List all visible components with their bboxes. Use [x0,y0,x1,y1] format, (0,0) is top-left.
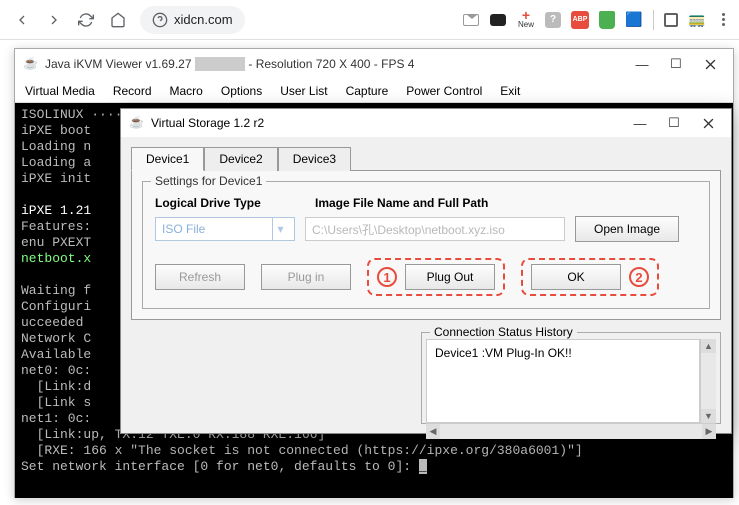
ok-button[interactable]: OK [531,264,621,290]
java-icon: ☕ [129,115,145,131]
image-path-input[interactable]: C:\Users\孔\Desktop\netboot.xyz.iso [305,217,565,241]
new-icon[interactable]: +New [517,11,535,29]
address-bar[interactable]: xidcn.com [140,6,245,34]
annotation-marker-1: 1 [377,267,397,287]
menu-exit[interactable]: Exit [500,84,520,98]
terminal-cursor: _ [419,459,427,474]
reload-button[interactable] [72,6,100,34]
vs-close-button[interactable] [693,111,723,135]
forward-button[interactable] [40,6,68,34]
horizontal-scrollbar[interactable]: ◀ ▶ [426,423,716,439]
home-button[interactable] [104,6,132,34]
scroll-up-icon[interactable]: ▲ [701,339,716,353]
open-image-button[interactable]: Open Image [575,216,679,242]
menu-user-list[interactable]: User List [280,84,327,98]
vs-maximize-button[interactable]: ☐ [659,111,689,135]
vs-titlebar[interactable]: ☕ Virtual Storage 1.2 r2 — ☐ [121,109,731,137]
java-icon: ☕ [23,56,39,72]
scroll-left-icon[interactable]: ◀ [426,424,440,439]
image-path-label: Image File Name and Full Path [315,196,575,210]
connection-status-text: Device1 :VM Plug-In OK!! [426,339,700,423]
gmail-icon[interactable] [463,14,479,26]
connection-status-fieldset: Connection Status History Device1 :VM Pl… [421,332,721,424]
menu-power-control[interactable]: Power Control [406,84,482,98]
divider [653,10,654,30]
plug-out-button[interactable]: Plug Out [405,264,495,290]
refresh-button[interactable]: Refresh [155,264,245,290]
menu-macro[interactable]: Macro [170,84,203,98]
settings-legend: Settings for Device1 [151,174,266,188]
virtual-storage-dialog: ☕ Virtual Storage 1.2 r2 — ☐ Device1 Dev… [120,108,732,434]
shield-icon[interactable] [599,11,615,29]
adblock-icon[interactable]: ABP [571,11,589,29]
logical-drive-type-label: Logical Drive Type [155,196,315,210]
drive-type-dropdown[interactable]: ISO File ▾ [155,217,295,241]
ikvm-maximize-button[interactable]: ☐ [661,52,691,76]
ok-highlight: OK 2 [521,258,659,296]
extension-dark-icon[interactable] [489,11,507,29]
menu-capture[interactable]: Capture [346,84,389,98]
drive-type-value: ISO File [162,222,205,236]
browser-toolbar: xidcn.com +New ? ABP 🟦 🚃 [0,0,739,40]
vertical-scrollbar[interactable]: ▲ ▼ [700,339,716,423]
plug-in-button[interactable]: Plug in [261,264,351,290]
site-info-icon [152,12,168,28]
help-icon[interactable]: ? [545,12,561,28]
tab-device1[interactable]: Device1 [131,147,204,171]
device-tabs: Device1 Device2 Device3 [131,147,721,171]
ikvm-minimize-button[interactable]: — [627,52,657,76]
tab-device3[interactable]: Device3 [278,147,351,171]
ikvm-close-button[interactable] [695,52,725,76]
tab-device2[interactable]: Device2 [204,147,277,171]
annotation-marker-2: 2 [629,267,649,287]
settings-fieldset: Settings for Device1 Logical Drive Type … [142,181,710,309]
scroll-right-icon[interactable]: ▶ [702,424,716,439]
back-button[interactable] [8,6,36,34]
vs-minimize-button[interactable]: — [625,111,655,135]
chevron-down-icon: ▾ [272,218,288,240]
extension-icon-b[interactable]: 🚃 [688,11,706,29]
extension-icons: +New ? ABP 🟦 🚃 [463,10,731,30]
plug-out-highlight: 1 Plug Out [367,258,505,296]
ikvm-title: Java iKVM Viewer v1.69.27 ▰▰▰▰▰ - Resolu… [45,57,414,71]
connection-status-legend: Connection Status History [430,325,577,339]
menu-virtual-media[interactable]: Virtual Media [25,84,95,98]
ikvm-titlebar[interactable]: ☕ Java iKVM Viewer v1.69.27 ▰▰▰▰▰ - Reso… [15,49,733,79]
scroll-down-icon[interactable]: ▼ [701,409,716,423]
menu-record[interactable]: Record [113,84,152,98]
extension-icon-a[interactable]: 🟦 [625,11,643,29]
chrome-menu-button[interactable] [716,13,731,26]
tab-panel-device1: Settings for Device1 Logical Drive Type … [131,170,721,320]
panel-icon[interactable] [664,13,678,27]
vs-title-text: Virtual Storage 1.2 r2 [151,116,264,130]
ikvm-menubar: Virtual Media Record Macro Options User … [15,79,733,103]
url-text: xidcn.com [174,12,233,27]
menu-options[interactable]: Options [221,84,262,98]
